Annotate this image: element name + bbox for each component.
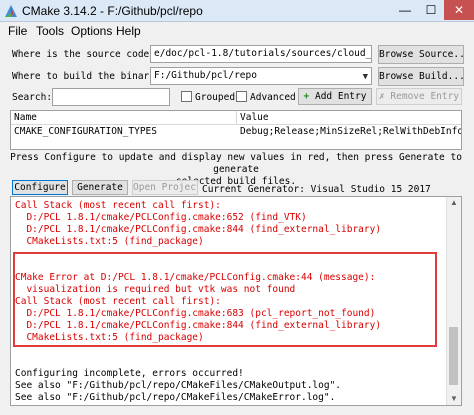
build-path-value: F:/Github/pcl/repo: [154, 70, 257, 81]
build-label: Where to build the binaries:: [12, 71, 173, 82]
menu-file[interactable]: File: [8, 24, 27, 38]
chevron-down-icon[interactable]: ▼: [363, 69, 368, 84]
output-line: Configuring incomplete, errors occurred!: [15, 368, 244, 379]
search-label: Search:: [12, 92, 53, 103]
title-bar[interactable]: CMake 3.14.2 - F:/Github/pcl/repo — ☐ ✕: [0, 0, 474, 22]
scroll-down-icon[interactable]: ▼: [447, 393, 461, 405]
cache-table[interactable]: Name Value CMAKE_CONFIGURATION_TYPES Deb…: [10, 110, 462, 150]
table-row-value[interactable]: Debug;Release;MinSizeRel;RelWithDebInfo: [237, 125, 461, 138]
table-header-value[interactable]: Value: [237, 111, 461, 125]
output-line: Call Stack (most recent call first):: [15, 200, 221, 211]
add-entry-button[interactable]: + Add Entry: [298, 88, 372, 105]
browse-build-button[interactable]: Browse Build...: [378, 67, 464, 86]
output-line: See also "F:/Github/pcl/repo/CMakeFiles/…: [15, 380, 342, 391]
output-scrollbar[interactable]: ▲ ▼: [446, 197, 461, 405]
generate-button[interactable]: Generate: [72, 180, 128, 195]
remove-icon: ✗: [378, 91, 385, 102]
scroll-thumb[interactable]: [449, 327, 458, 385]
browse-source-button[interactable]: Browse Source...: [378, 45, 464, 64]
advanced-label: Advanced: [250, 92, 296, 103]
menu-tools[interactable]: Tools: [36, 24, 64, 38]
maximize-button[interactable]: ☐: [418, 0, 444, 20]
source-label: Where is the source code:: [12, 49, 155, 60]
source-path-input[interactable]: e/doc/pcl-1.8/tutorials/sources/cloud_vi…: [150, 45, 372, 63]
open-project-button[interactable]: Open Project: [132, 180, 198, 195]
hint-line-1: Press Configure to update and display ne…: [10, 152, 462, 175]
menu-options[interactable]: Options: [71, 24, 112, 38]
output-log[interactable]: Call Stack (most recent call first): D:/…: [10, 196, 462, 406]
plus-icon: +: [303, 91, 310, 102]
configure-button[interactable]: Configure: [12, 180, 68, 195]
search-input[interactable]: [52, 88, 170, 106]
grouped-label: Grouped: [195, 92, 236, 103]
output-line: CMakeLists.txt:5 (find_package): [15, 236, 204, 247]
output-line: D:/PCL 1.8.1/cmake/PCLConfig.cmake:652 (…: [15, 212, 307, 223]
build-path-combo[interactable]: F:/Github/pcl/repo ▼: [150, 67, 372, 85]
menu-help[interactable]: Help: [116, 24, 141, 38]
grouped-checkbox[interactable]: [181, 91, 192, 102]
advanced-checkbox[interactable]: [236, 91, 247, 102]
cmake-logo-icon: [5, 5, 17, 17]
remove-entry-button[interactable]: ✗ Remove Entry: [376, 88, 462, 105]
menu-bar: File Tools Options Help: [0, 22, 474, 40]
close-button[interactable]: ✕: [444, 0, 474, 20]
add-entry-label: Add Entry: [314, 91, 367, 102]
scroll-up-icon[interactable]: ▲: [447, 197, 461, 209]
remove-entry-label: Remove Entry: [390, 91, 460, 102]
output-line: See also "F:/Github/pcl/repo/CMakeFiles/…: [15, 392, 336, 403]
current-generator: Current Generator: Visual Studio 15 2017: [202, 184, 431, 195]
table-row-name[interactable]: CMAKE_CONFIGURATION_TYPES: [11, 125, 237, 138]
table-header-name[interactable]: Name: [11, 111, 237, 125]
error-highlight-box: [13, 252, 437, 347]
window-title: CMake 3.14.2 - F:/Github/pcl/repo: [22, 4, 203, 18]
output-line: D:/PCL 1.8.1/cmake/PCLConfig.cmake:844 (…: [15, 224, 382, 235]
minimize-button[interactable]: —: [392, 0, 418, 20]
